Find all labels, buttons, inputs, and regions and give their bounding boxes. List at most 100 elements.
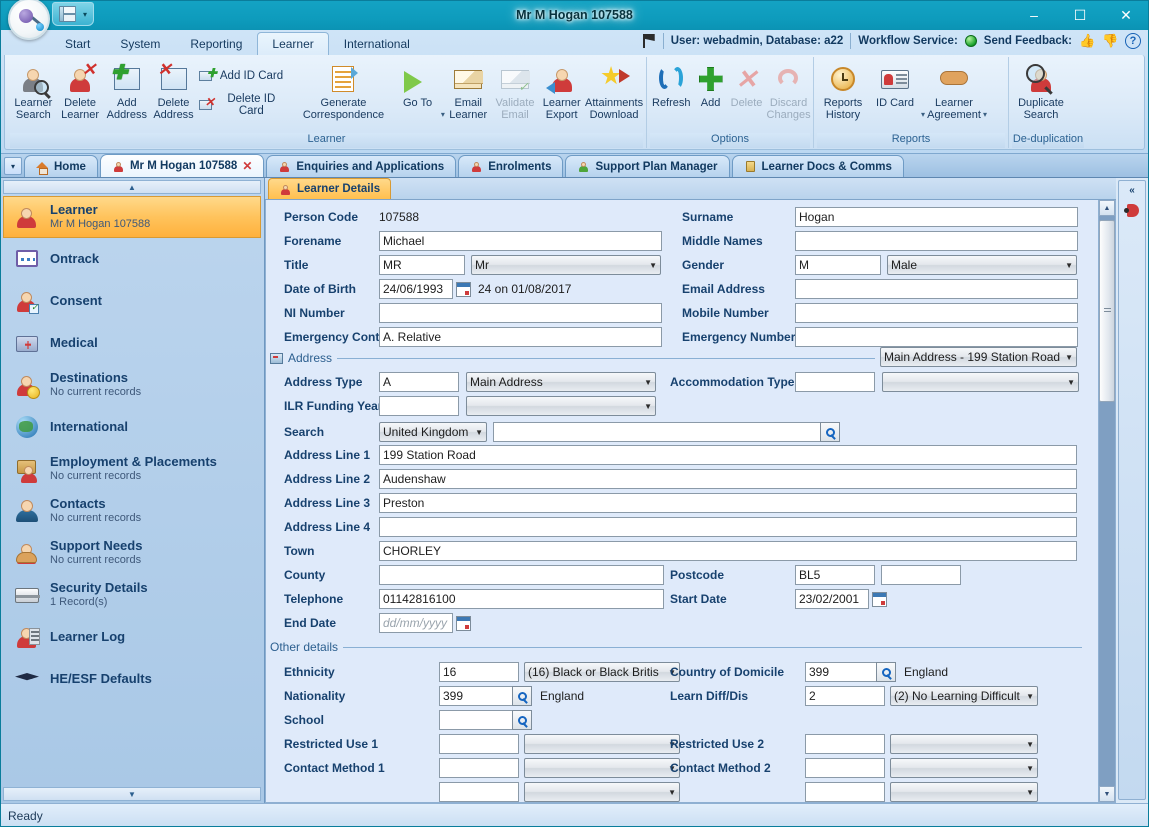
sidebar-scroll-up-button[interactable]: ▲ — [3, 180, 261, 194]
address-search-input[interactable] — [493, 422, 821, 442]
duplicate-search-button[interactable]: Duplicate Search — [1012, 60, 1070, 124]
accommodation-type-code-input[interactable] — [795, 372, 875, 392]
telephone-input[interactable] — [379, 589, 664, 609]
sidebar-scroll-down-button[interactable]: ▼ — [3, 787, 261, 801]
tab-support-plan-manager[interactable]: Support Plan Manager — [565, 155, 729, 177]
close-button[interactable]: ✕ — [1103, 0, 1149, 30]
postcode-second-input[interactable] — [881, 565, 961, 585]
learn-diff-dis-select[interactable]: (2) No Learning Difficult ▼ — [890, 686, 1038, 706]
partial-code-input-right[interactable] — [805, 782, 885, 802]
emergency-contact-input[interactable] — [379, 327, 662, 347]
nationality-code-input[interactable] — [439, 686, 513, 706]
sidebar-item-contacts[interactable]: Contacts No current records — [3, 490, 261, 532]
search-icon[interactable] — [820, 422, 840, 442]
accommodation-type-select[interactable]: ▼ — [882, 372, 1079, 392]
sidebar-item-international[interactable]: International — [3, 406, 261, 448]
scrollbar-thumb[interactable] — [1099, 220, 1115, 402]
search-icon[interactable] — [512, 686, 532, 706]
address-line-1-input[interactable] — [379, 445, 1077, 465]
form-vertical-scrollbar[interactable]: ▲ ▼ — [1098, 200, 1115, 802]
tab-home[interactable]: Home — [24, 155, 98, 177]
calendar-icon[interactable] — [456, 282, 471, 297]
emergency-number-input[interactable] — [795, 327, 1078, 347]
search-icon[interactable] — [512, 710, 532, 730]
reports-history-button[interactable]: Reports History — [817, 60, 869, 124]
address-line-3-input[interactable] — [379, 493, 1077, 513]
restricted-use-1-select[interactable]: ▼ — [524, 734, 680, 754]
add-button[interactable]: Add — [693, 60, 729, 112]
ethnicity-select[interactable]: (16) Black or Black Britis ▼ — [524, 662, 680, 682]
partial-select-left[interactable]: ▼ — [524, 782, 680, 802]
attainments-download-button[interactable]: Attainments Download — [585, 60, 643, 124]
delete-learner-button[interactable]: ✕ Delete Learner — [57, 60, 104, 124]
tab-learner-details[interactable]: Learner Details — [268, 178, 391, 199]
scrollbar-track[interactable] — [1099, 216, 1115, 786]
gender-code-input[interactable] — [795, 255, 881, 275]
calendar-icon[interactable] — [872, 592, 887, 607]
county-input[interactable] — [379, 565, 664, 585]
restricted-use-2-select[interactable]: ▼ — [890, 734, 1038, 754]
quick-access-toolbar[interactable]: ▾ — [52, 2, 94, 26]
gender-select[interactable]: Male ▼ — [887, 255, 1077, 275]
help-icon[interactable]: ? — [1125, 33, 1141, 49]
partial-code-input-left[interactable] — [439, 782, 519, 802]
refresh-button[interactable]: Refresh — [650, 60, 693, 112]
address-type-select[interactable]: Main Address ▼ — [466, 372, 656, 392]
contact-method-2-code-input[interactable] — [805, 758, 885, 778]
tab-enrolments[interactable]: Enrolments — [458, 155, 563, 177]
add-id-card-button[interactable]: ✚ Add ID Card — [197, 65, 287, 87]
ribbon-tab-international[interactable]: International — [329, 32, 425, 55]
surname-input[interactable] — [795, 207, 1078, 227]
ribbon-tab-start[interactable]: Start — [50, 32, 105, 55]
contact-method-1-select[interactable]: ▼ — [524, 758, 680, 778]
start-date-input[interactable] — [795, 589, 869, 609]
go-to-button[interactable]: Go To — [394, 60, 441, 112]
id-card-button[interactable]: ID Card — [869, 60, 921, 112]
chevron-down-icon[interactable]: ▾ — [83, 10, 87, 19]
title-code-input[interactable] — [379, 255, 465, 275]
sidebar-item-destinations[interactable]: Destinations No current records — [3, 364, 261, 406]
address-type-code-input[interactable] — [379, 372, 459, 392]
ribbon-tab-system[interactable]: System — [105, 32, 175, 55]
tab-learner-record[interactable]: Mr M Hogan 107588 ✕ — [100, 154, 264, 177]
ribbon-tab-reporting[interactable]: Reporting — [175, 32, 257, 55]
search-icon[interactable] — [876, 662, 896, 682]
email-address-input[interactable] — [795, 279, 1078, 299]
delete-id-card-button[interactable]: ✕ Delete ID Card — [197, 90, 287, 120]
forename-input[interactable] — [379, 231, 662, 251]
title-select[interactable]: Mr ▼ — [471, 255, 661, 275]
sidebar-item-medical[interactable]: Medical — [3, 322, 261, 364]
restricted-use-1-code-input[interactable] — [439, 734, 519, 754]
sidebar-item-learner-log[interactable]: Learner Log — [3, 616, 261, 658]
alert-bell-icon[interactable] — [1124, 204, 1140, 217]
restricted-use-2-code-input[interactable] — [805, 734, 885, 754]
sidebar-item-support-needs[interactable]: Support Needs No current records — [3, 532, 261, 574]
thumbs-up-icon[interactable]: 👍 — [1079, 33, 1095, 49]
sidebar-item-employment-and-placements[interactable]: Employment & Placements No current recor… — [3, 448, 261, 490]
school-code-input[interactable] — [439, 710, 513, 730]
tab-enquiries-and-applications[interactable]: Enquiries and Applications — [266, 155, 456, 177]
search-country-select[interactable]: United Kingdom ▼ — [379, 422, 487, 442]
partial-select-right[interactable]: ▼ — [890, 782, 1038, 802]
sidebar-item-consent[interactable]: Consent — [3, 280, 261, 322]
close-icon[interactable]: ✕ — [242, 159, 252, 173]
contact-method-2-select[interactable]: ▼ — [890, 758, 1038, 778]
country-of-domicile-code-input[interactable] — [805, 662, 877, 682]
ethnicity-code-input[interactable] — [439, 662, 519, 682]
learner-agreement-button[interactable]: Learner Agreement — [925, 60, 983, 124]
thumbs-down-icon[interactable]: 👎 — [1102, 33, 1118, 49]
middle-names-input[interactable] — [795, 231, 1078, 251]
sidebar-item-learner[interactable]: Learner Mr M Hogan 107588 — [3, 196, 261, 238]
tab-list-dropdown-icon[interactable]: ▾ — [4, 157, 22, 175]
scroll-up-button[interactable]: ▲ — [1099, 200, 1115, 216]
scroll-down-button[interactable]: ▼ — [1099, 786, 1115, 802]
sidebar-item-ontrack[interactable]: Ontrack — [3, 238, 261, 280]
learner-export-button[interactable]: Learner Export — [538, 60, 585, 124]
flag-icon[interactable] — [643, 34, 656, 48]
tab-learner-docs-and-comms[interactable]: Learner Docs & Comms — [732, 155, 904, 177]
learn-diff-dis-code-input[interactable] — [805, 686, 885, 706]
email-learner-button[interactable]: Email Learner — [445, 60, 492, 124]
ni-number-input[interactable] — [379, 303, 662, 323]
save-icon[interactable] — [59, 6, 76, 22]
address-line-2-input[interactable] — [379, 469, 1077, 489]
